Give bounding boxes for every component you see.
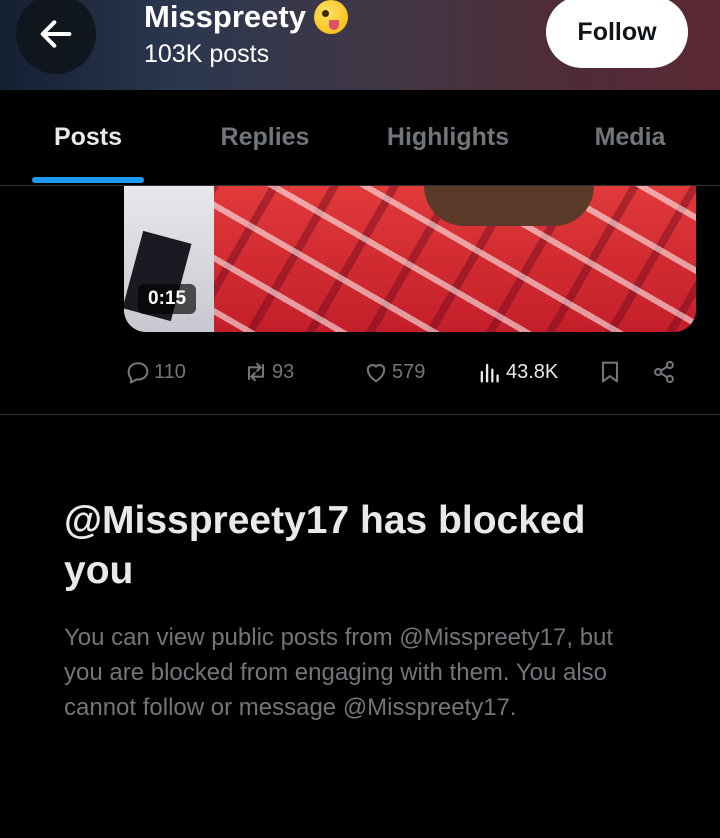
reply-button[interactable]: 110 [124,352,186,392]
repost-count: 93 [272,360,295,383]
profile-header: Misspreety 103K posts Follow [0,0,720,90]
views-button[interactable]: 43.8K [476,352,558,392]
tab-highlights[interactable]: Highlights [370,90,526,185]
like-icon [366,364,386,383]
bookmark-button[interactable] [596,352,624,392]
back-button[interactable] [16,0,96,74]
divider [0,414,720,415]
post-actions: 110 93 579 43.8K [124,352,696,392]
active-tab-indicator [32,177,144,183]
views-icon [480,363,499,383]
post-video[interactable]: 0:15 [124,186,696,332]
reply-icon [127,362,149,384]
post-count: 103K posts [144,40,270,68]
share-button[interactable] [650,352,678,392]
like-count: 579 [392,360,426,383]
profile-title-block: Misspreety 103K posts [144,0,348,69]
share-icon [654,360,674,384]
tab-replies[interactable]: Replies [204,90,326,185]
profile-name: Misspreety [144,0,306,34]
tab-posts[interactable]: Posts [32,90,144,185]
views-count: 43.8K [506,360,559,383]
blocked-title: @Misspreety17 has blocked you [64,499,586,592]
bookmark-icon [601,361,619,383]
blocked-description: You can view public posts from @Misspree… [64,624,614,721]
arrow-left-icon [40,20,72,48]
tab-media[interactable]: Media [580,90,680,185]
zany-face-emoji [313,0,348,34]
like-button[interactable]: 579 [362,352,425,392]
repost-button[interactable]: 93 [242,352,294,392]
profile-tabs: Posts Replies Highlights Media [0,90,720,186]
reply-count: 110 [154,360,186,383]
repost-icon [247,362,265,382]
video-duration-badge: 0:15 [138,284,197,314]
follow-button[interactable]: Follow [546,0,688,68]
